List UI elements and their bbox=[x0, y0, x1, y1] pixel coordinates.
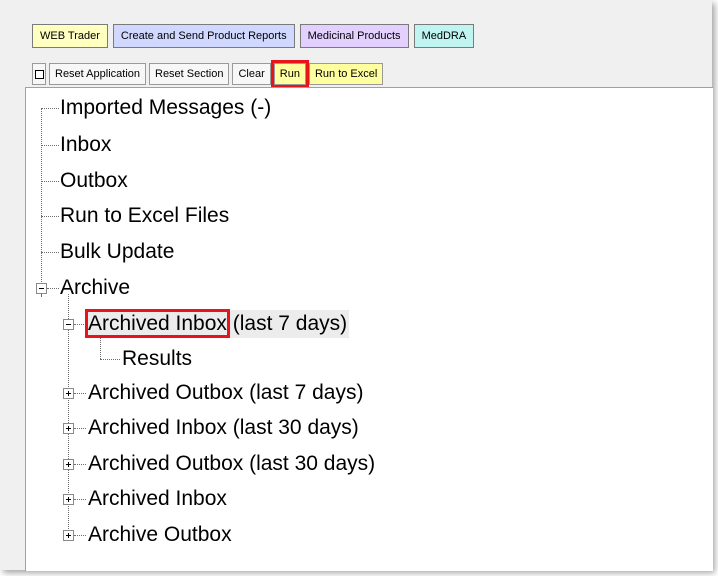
expand-archived-outbox-7-icon[interactable] bbox=[63, 388, 74, 399]
expand-archive-outbox-icon[interactable] bbox=[63, 530, 74, 541]
tree-connector bbox=[41, 108, 42, 290]
tree-connector bbox=[41, 108, 59, 109]
tree-item-archived-inbox[interactable]: Archived Inbox bbox=[88, 485, 227, 513]
run-to-excel-button[interactable]: Run to Excel bbox=[308, 63, 384, 85]
tree-item-archived-outbox-30-days[interactable]: Archived Outbox (last 30 days) bbox=[88, 450, 375, 478]
toolbar: Reset Application Reset Section Clear Ru… bbox=[32, 60, 386, 88]
expand-archived-inbox-30-icon[interactable] bbox=[63, 423, 74, 434]
folder-tree: Imported Messages (-) Inbox Outbox Run t… bbox=[25, 87, 713, 571]
reset-application-button[interactable]: Reset Application bbox=[49, 63, 146, 85]
tree-connector bbox=[74, 324, 86, 325]
tree-connector bbox=[74, 499, 86, 500]
tree-item-archived-inbox-30-days[interactable]: Archived Inbox (last 30 days) bbox=[88, 414, 359, 442]
tree-connector bbox=[74, 428, 86, 429]
run-button[interactable]: Run bbox=[270, 60, 309, 88]
tree-item-outbox[interactable]: Outbox bbox=[60, 167, 128, 195]
application-window: WEB Trader Create and Send Product Repor… bbox=[0, 0, 713, 571]
tab-meddra[interactable]: MedDRA bbox=[413, 24, 475, 48]
tree-connector bbox=[74, 464, 86, 465]
tree-connector bbox=[41, 181, 59, 182]
tree-connector bbox=[74, 535, 86, 536]
tree-connector bbox=[100, 359, 120, 360]
collapse-archived-inbox-7-icon[interactable] bbox=[63, 319, 74, 330]
tree-connector bbox=[100, 338, 101, 359]
tree-item-results[interactable]: Results bbox=[122, 345, 192, 373]
clear-button[interactable]: Clear bbox=[232, 63, 271, 85]
tree-item-run-to-excel-files[interactable]: Run to Excel Files bbox=[60, 202, 229, 230]
tab-medicinal-products[interactable]: Medicinal Products bbox=[299, 24, 409, 48]
tree-connector bbox=[41, 252, 59, 253]
tree-item-archive[interactable]: Archive bbox=[60, 274, 130, 302]
tree-item-archived-outbox-7-days[interactable]: Archived Outbox (last 7 days) bbox=[88, 379, 363, 407]
tree-connector bbox=[74, 393, 86, 394]
square-icon bbox=[34, 69, 44, 79]
tree-item-archived-inbox-7-days[interactable]: Archived Inbox (last 7 days) bbox=[85, 309, 350, 338]
section-tabs: WEB Trader Create and Send Product Repor… bbox=[32, 24, 479, 48]
tree-item-inbox[interactable]: Inbox bbox=[60, 131, 111, 159]
expand-archived-outbox-30-icon[interactable] bbox=[63, 459, 74, 470]
tree-item-archived-inbox-7-days-suffix: (last 7 days) bbox=[226, 312, 348, 335]
tree-connector bbox=[47, 288, 59, 289]
tree-item-archived-inbox-7-days-name: Archived Inbox bbox=[85, 309, 230, 338]
tree-connector bbox=[41, 294, 42, 296]
tab-create-send-product-reports[interactable]: Create and Send Product Reports bbox=[112, 24, 295, 48]
tree-connector bbox=[41, 216, 59, 217]
expand-archived-inbox-icon[interactable] bbox=[63, 494, 74, 505]
tree-item-imported-messages[interactable]: Imported Messages (-) bbox=[60, 94, 271, 122]
tree-item-archive-outbox[interactable]: Archive Outbox bbox=[88, 521, 232, 549]
collapse-archive-icon[interactable] bbox=[36, 283, 47, 294]
tree-item-bulk-update[interactable]: Bulk Update bbox=[60, 238, 174, 266]
reset-section-button[interactable]: Reset Section bbox=[149, 63, 230, 85]
tab-web-trader[interactable]: WEB Trader bbox=[32, 24, 108, 48]
toggle-box-button[interactable] bbox=[32, 63, 46, 85]
tree-connector bbox=[41, 145, 59, 146]
